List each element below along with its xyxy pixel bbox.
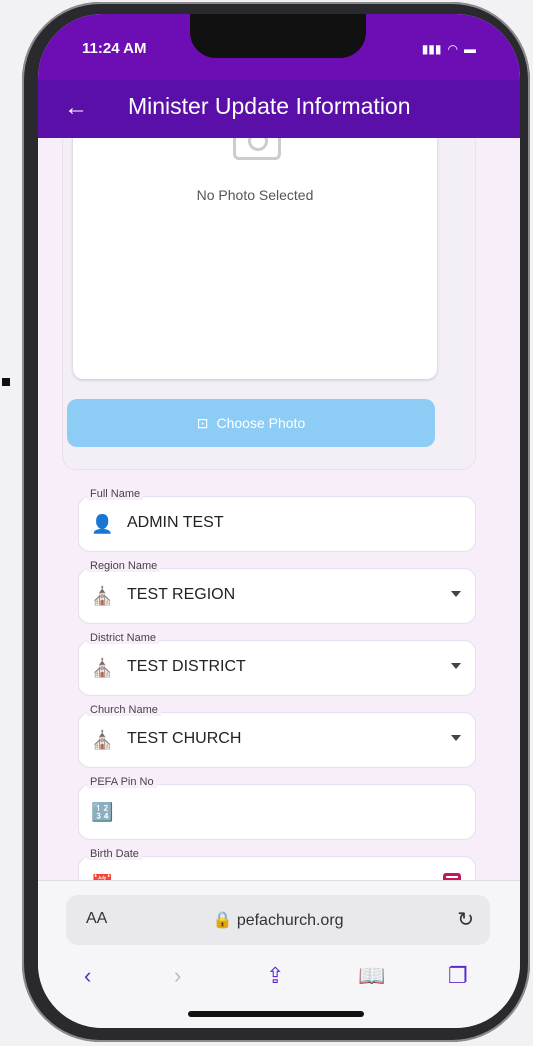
- forward-icon[interactable]: ›: [174, 963, 181, 989]
- photo-preview: No Photo Selected: [73, 138, 437, 379]
- district-value: TEST DISTRICT: [127, 658, 246, 675]
- camera-notch: [190, 14, 366, 58]
- birth-date-label: Birth Date: [87, 848, 142, 860]
- chevron-down-icon: [451, 591, 461, 597]
- chevron-down-icon: [451, 663, 461, 669]
- number-box-icon: 🔢: [91, 802, 114, 822]
- url-display: 🔒 pefachurch.org: [66, 910, 490, 930]
- church-value: TEST CHURCH: [127, 730, 242, 747]
- pefa-pin-label: PEFA Pin No: [87, 776, 157, 788]
- share-icon[interactable]: ⇪: [266, 963, 284, 989]
- photo-section: No Photo Selected ⊡ Choose Photo: [62, 138, 476, 470]
- full-name-value: ADMIN TEST: [127, 514, 224, 531]
- choose-photo-button[interactable]: ⊡ Choose Photo: [67, 399, 435, 447]
- app-bar: ← Minister Update Information: [38, 80, 520, 138]
- phone-screen: 11:24 AM ▮▮▮ ◠ ▬ ← Minister Update Infor…: [38, 14, 520, 1028]
- chevron-down-icon: [451, 735, 461, 741]
- camera-icon: [233, 138, 281, 160]
- page-title: Minister Update Information: [128, 93, 411, 119]
- church-icon: ⛪: [91, 658, 114, 678]
- pefa-pin-field[interactable]: PEFA Pin No 🔢: [78, 776, 476, 840]
- back-icon[interactable]: ‹: [84, 963, 91, 989]
- status-time: 11:24 AM: [82, 40, 147, 57]
- church-icon: ⛪: [91, 730, 114, 750]
- battery-icon: ▬: [464, 42, 476, 56]
- region-label: Region Name: [87, 560, 161, 572]
- browser-nav: ‹ › ⇪ 📖 ❐: [38, 963, 520, 1003]
- church-select[interactable]: Church Name ⛪ TEST CHURCH: [78, 704, 476, 768]
- form-content: No Photo Selected ⊡ Choose Photo Full Na…: [38, 138, 520, 880]
- district-select[interactable]: District Name ⛪ TEST DISTRICT: [78, 632, 476, 696]
- region-value: TEST REGION: [127, 586, 236, 603]
- no-photo-text: No Photo Selected: [196, 187, 314, 203]
- status-icons: ▮▮▮ ◠ ▬: [422, 42, 476, 56]
- choose-photo-label: Choose Photo: [216, 415, 306, 431]
- add-photo-icon: ⊡: [196, 414, 209, 431]
- calendar-picker-icon[interactable]: [443, 873, 461, 880]
- district-label: District Name: [87, 632, 160, 644]
- full-name-label: Full Name: [87, 488, 144, 500]
- address-bar[interactable]: AA 🔒 pefachurch.org ↻: [66, 895, 490, 945]
- reload-icon[interactable]: ↻: [457, 907, 474, 932]
- arrow-left-icon[interactable]: ←: [64, 94, 88, 122]
- birth-date-field[interactable]: Birth Date 📅: [78, 848, 476, 880]
- region-select[interactable]: Region Name ⛪ TEST REGION: [78, 560, 476, 624]
- church-label: Church Name: [87, 704, 161, 716]
- url-text: pefachurch.org: [236, 912, 344, 929]
- side-marker: [2, 378, 10, 386]
- browser-toolbar: AA 🔒 pefachurch.org ↻ ‹ › ⇪ 📖 ❐: [38, 880, 520, 1028]
- wifi-icon: ◠: [447, 42, 458, 56]
- calendar-icon: 📅: [91, 873, 113, 880]
- home-indicator: [188, 1011, 364, 1017]
- full-name-field[interactable]: Full Name 👤 ADMIN TEST: [78, 488, 476, 552]
- church-icon: ⛪: [91, 586, 114, 606]
- lock-icon: 🔒: [212, 912, 233, 929]
- bookmarks-icon[interactable]: 📖: [358, 963, 385, 989]
- signal-icon: ▮▮▮: [421, 42, 442, 56]
- tabs-icon[interactable]: ❐: [448, 963, 468, 989]
- status-bar: 11:24 AM ▮▮▮ ◠ ▬: [38, 14, 520, 80]
- person-icon: 👤: [91, 514, 114, 534]
